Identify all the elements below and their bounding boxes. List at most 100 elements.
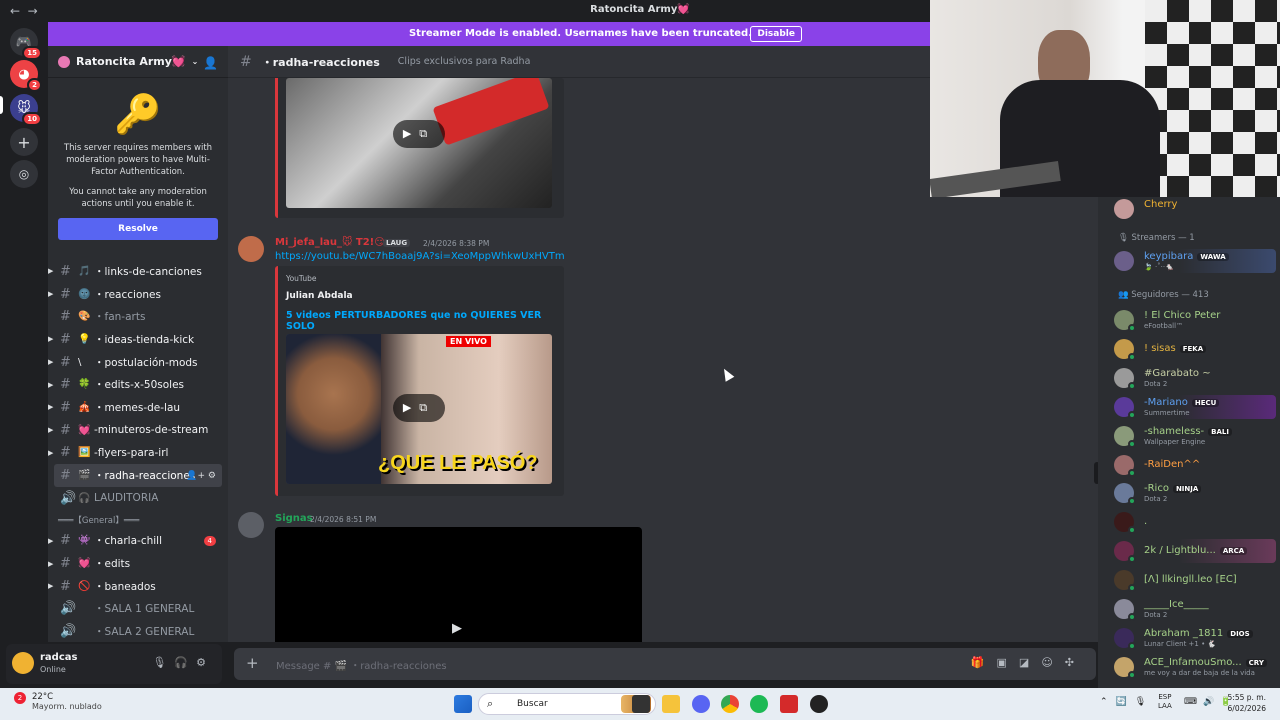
- avatar[interactable]: [238, 512, 264, 538]
- hash-icon: #: [60, 422, 71, 438]
- channel-emoji: 🎨: [78, 311, 91, 323]
- disable-button[interactable]: Disable: [750, 26, 802, 42]
- play-button[interactable]: ▶⧉: [393, 120, 445, 148]
- collapse-arrow-icon: ▶: [48, 290, 54, 299]
- avatar[interactable]: [12, 652, 34, 674]
- member-item[interactable]: ! sisas FEKA: [1114, 337, 1276, 361]
- app-icon-red[interactable]: [780, 695, 798, 713]
- member-item[interactable]: ACE_InfamouSmo... CRY me voy a dar de baja…: [1114, 655, 1276, 679]
- taskbar-search[interactable]: ⌕ Buscar: [478, 693, 656, 715]
- apps-icon[interactable]: ✣: [1065, 656, 1086, 669]
- windows-start-icon[interactable]: [454, 695, 472, 713]
- hash-icon: #: [60, 263, 71, 279]
- category-header[interactable]: ═══【General】═══: [48, 510, 228, 530]
- weather-widget[interactable]: 2 22°C Mayorm. nublado: [14, 692, 102, 711]
- gear-icon[interactable]: ⚙: [196, 656, 214, 669]
- obs-icon[interactable]: [810, 695, 828, 713]
- channel-item[interactable]: ▶ # 🎵 ・links-de-canciones: [48, 260, 228, 283]
- member-item[interactable]: keypibara WAWA 🍃 ·˚‧·🐁: [1114, 249, 1276, 273]
- avatar[interactable]: [238, 236, 264, 262]
- sticker-icon[interactable]: ◪: [1019, 656, 1041, 669]
- gift-icon[interactable]: 🎁: [971, 656, 997, 669]
- member-item[interactable]: Cherry: [1114, 197, 1276, 221]
- channel-item[interactable]: 🔊 🎧 LAUDITORIA: [48, 487, 228, 510]
- channel-emoji: 🎵: [78, 265, 91, 277]
- language-indicator[interactable]: ESP LAA: [1158, 693, 1172, 711]
- task-view-icon[interactable]: [632, 695, 650, 713]
- embed-title[interactable]: 5 videos PERTURBADORES que no QUIERES VE…: [286, 310, 564, 332]
- channel-item[interactable]: ▶ # 👾 ・charla-chill 4: [48, 530, 228, 553]
- add-person-icon[interactable]: 👤: [203, 56, 218, 70]
- channel-item[interactable]: ▶ # 🎪 ・memes-de-lau: [48, 396, 228, 419]
- channel-item[interactable]: # 🎨 ・fan-arts: [48, 305, 228, 328]
- channel-item[interactable]: ▶ # 🌚 ・reacciones: [48, 283, 228, 306]
- message-link[interactable]: https://youtu.be/WC7hBoaaj9A?si=XeoMppWh…: [275, 251, 565, 262]
- channel-topic: Clips exclusivos para Radha: [397, 56, 531, 67]
- member-item[interactable]: -shameless- BALI Wallpaper Engine: [1114, 424, 1276, 448]
- channel-label: ・SALA 2 GENERAL: [94, 626, 195, 639]
- server-header[interactable]: Ratoncita Army💓 ⌄ 👤: [48, 46, 228, 78]
- gif-icon[interactable]: ▣: [997, 656, 1019, 669]
- tray-icons[interactable]: ⌃🔄🎙: [1100, 697, 1154, 707]
- member-item[interactable]: 2k / Lightblu... ARCA: [1114, 539, 1276, 564]
- online-status-dot: [1128, 410, 1136, 419]
- member-activity: Dota 2: [1144, 495, 1168, 504]
- spotify-icon[interactable]: [750, 695, 768, 713]
- message-author[interactable]: Signas: [275, 513, 313, 524]
- acoustic-panels-graphic: [1145, 0, 1280, 197]
- channel-item[interactable]: 🔊 ・SALA 1 GENERAL: [48, 598, 228, 621]
- play-button[interactable]: ▶⧉: [393, 394, 445, 422]
- channel-item[interactable]: ▶ # 🍀 ・edits-x-50soles: [48, 373, 228, 396]
- channel-emoji: 💓: [78, 558, 91, 570]
- message-author[interactable]: Mi_jefa_lau_🐭 T2!😏: [275, 237, 385, 248]
- channel-item[interactable]: ▶ # 💡 ・ideas-tienda-kick: [48, 328, 228, 351]
- user-panel: radcas Online 🎙🎧⚙: [6, 644, 222, 684]
- member-item[interactable]: -RaiDen^^: [1114, 453, 1276, 477]
- member-item[interactable]: _____Ice_____ Dota 2: [1114, 597, 1276, 621]
- discord-icon[interactable]: [692, 695, 710, 713]
- member-item[interactable]: -Mariano HECU Summertime: [1114, 394, 1276, 419]
- member-item[interactable]: Abraham _1811 DIOS Lunar Client +1 • 🐇: [1114, 626, 1276, 650]
- channel-item[interactable]: 🔊 ・SALA 2 GENERAL: [48, 620, 228, 642]
- explore-icon[interactable]: ◎: [10, 160, 38, 188]
- channel-settings-icon[interactable]: 👤+ ⚙: [186, 471, 216, 481]
- member-list: Cherry 🎙 Streamers — 1 keypibara WAWA 🍃 ·…: [1098, 197, 1280, 688]
- video-thumbnail[interactable]: EN VIVO ¿QUE LE PASÓ? ▶⧉: [286, 334, 552, 484]
- channel-item[interactable]: ▶ # 💓 ・edits: [48, 552, 228, 575]
- person-graphic: [286, 334, 381, 484]
- channel-item[interactable]: ▶ # 🚫 ・baneados: [48, 575, 228, 598]
- add-attachment-icon[interactable]: +: [246, 654, 259, 672]
- video-thumbnail[interactable]: ▶⧉: [286, 78, 552, 208]
- hash-icon: #: [60, 309, 71, 325]
- member-name: -shameless- BALI: [1144, 426, 1232, 437]
- server-icon-ratoncita[interactable]: 🐭 10: [10, 94, 42, 126]
- member-item[interactable]: #Garabato ~ Dota 2: [1114, 366, 1276, 390]
- member-item[interactable]: -Rico NINJA Dota 2: [1114, 481, 1276, 506]
- video-player[interactable]: ▶: [275, 527, 642, 642]
- channel-item[interactable]: ▶ # 💓 -minuteros-de-stream: [48, 419, 228, 442]
- resolve-button[interactable]: Resolve: [58, 218, 218, 240]
- member-tag: ARCA: [1219, 547, 1248, 556]
- voice-controls[interactable]: 🎙🎧⚙: [152, 656, 214, 669]
- member-item[interactable]: [Λ] llkingll.leo [EC]: [1114, 568, 1276, 593]
- server-sidebar: 🎮 15 ◕ 2 🐭 10 + ◎: [0, 22, 48, 688]
- microphone-icon[interactable]: 🎙: [152, 656, 174, 669]
- member-name: -RaiDen^^: [1144, 458, 1201, 470]
- clock[interactable]: 5:55 p. m. 6/02/2026: [1228, 692, 1266, 714]
- emoji-icon[interactable]: ☺: [1041, 656, 1064, 669]
- channel-item[interactable]: # 🎬 ・radha-reacciones 👤+ ⚙: [54, 464, 222, 487]
- channel-item[interactable]: ▶ # 🖼️ -flyers-para-irl: [48, 442, 228, 465]
- file-explorer-icon[interactable]: [662, 695, 680, 713]
- server-icon-red[interactable]: ◕ 2: [10, 60, 42, 92]
- direct-messages-icon[interactable]: 🎮 15: [10, 28, 42, 60]
- headphones-icon[interactable]: 🎧: [174, 656, 196, 669]
- play-icon[interactable]: ▶: [452, 621, 462, 636]
- message-input[interactable]: Message # 🎬 ・radha-reacciones: [276, 657, 447, 672]
- member-item[interactable]: .: [1114, 510, 1276, 535]
- channel-item[interactable]: ▶ # \ ・postulación-mods: [48, 351, 228, 374]
- add-server-icon[interactable]: +: [10, 128, 38, 156]
- embed-author[interactable]: Julian Abdala: [286, 291, 353, 301]
- chrome-icon[interactable]: [721, 695, 739, 713]
- member-tag: LAUG: [383, 239, 411, 247]
- member-item[interactable]: ! El Chico Peter eFootball™: [1114, 308, 1276, 332]
